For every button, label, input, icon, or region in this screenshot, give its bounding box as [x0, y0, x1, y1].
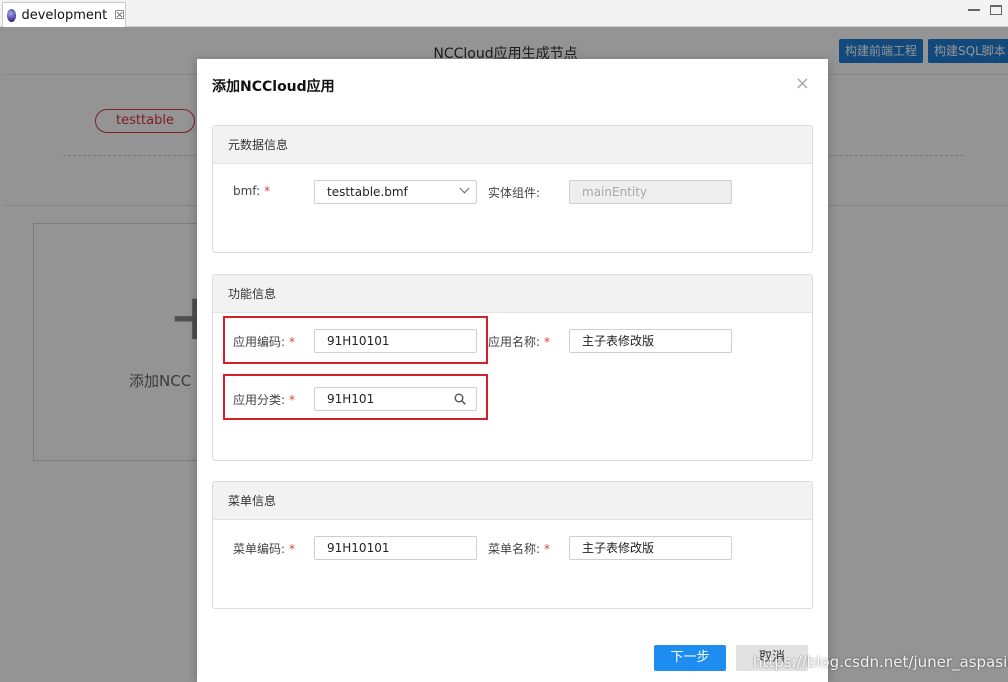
entity-label: 实体组件: — [488, 186, 541, 200]
menu-code-label: 菜单编码: * — [233, 542, 296, 556]
highlight-app-code — [223, 316, 488, 364]
tab-development[interactable]: development ☒ — [2, 2, 126, 27]
app-name-input[interactable]: 主子表修改版 — [569, 329, 732, 353]
metadata-section-heading: 元数据信息 — [213, 126, 812, 164]
function-section-heading: 功能信息 — [213, 275, 812, 313]
minimize-icon[interactable] — [968, 5, 980, 11]
next-button[interactable]: 下一步 — [654, 645, 726, 671]
bmf-select[interactable]: testtable.bmf — [314, 180, 477, 204]
highlight-app-category — [223, 374, 488, 420]
maximize-icon[interactable] — [990, 5, 1002, 15]
menu-section: 菜单信息 菜单编码: * 91H10101 菜单名称: * 主子表修改版 — [212, 481, 813, 609]
menu-name-input[interactable]: 主子表修改版 — [569, 536, 732, 560]
window-controls — [968, 5, 1002, 15]
chevron-down-icon — [459, 183, 470, 194]
add-app-dialog: 添加NCCloud应用 × 元数据信息 bmf: * testtable.bmf … — [197, 59, 828, 682]
eclipse-app-icon — [7, 8, 17, 22]
tab-close-icon[interactable]: ☒ — [114, 8, 125, 22]
tab-label: development — [21, 7, 108, 23]
entity-field: mainEntity — [569, 180, 732, 204]
dialog-title: 添加NCCloud应用 — [212, 79, 335, 95]
close-icon[interactable]: × — [795, 73, 810, 94]
watermark: https://blog.csdn.net/juner_aspasia — [753, 653, 1008, 671]
metadata-section: 元数据信息 bmf: * testtable.bmf 实体组件: mainEnti… — [212, 125, 813, 253]
menu-name-label: 菜单名称: * — [488, 542, 551, 556]
function-section: 功能信息 应用编码: * 91H10101 应用名称: * 主子表修改版 应用分类:… — [212, 274, 813, 461]
app-name-label: 应用名称: * — [488, 335, 551, 349]
editor-tab-bar: development ☒ — [0, 0, 1008, 27]
bmf-label: bmf: * — [233, 184, 271, 198]
menu-section-heading: 菜单信息 — [213, 482, 812, 520]
menu-code-input[interactable]: 91H10101 — [314, 536, 477, 560]
